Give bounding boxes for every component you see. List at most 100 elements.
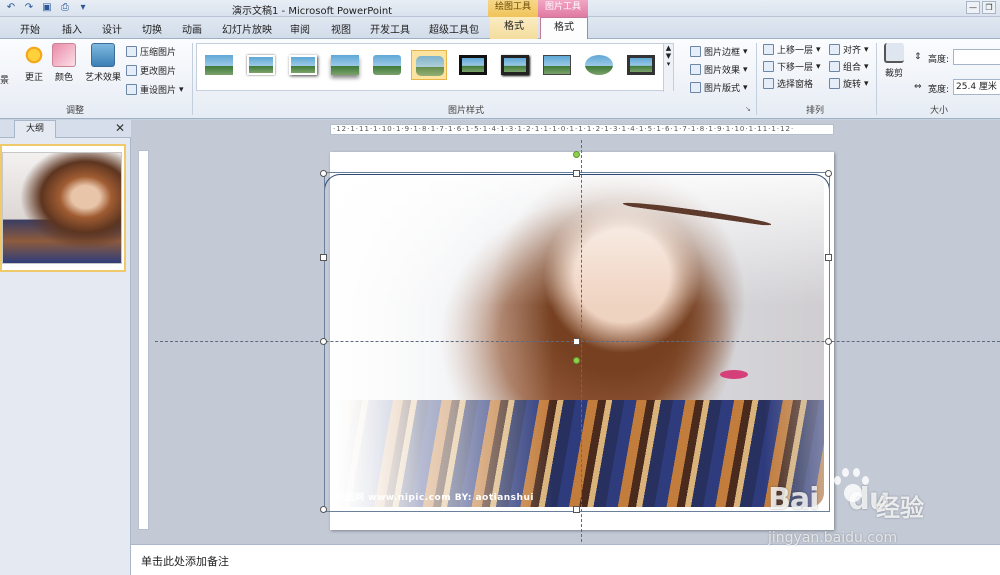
restore-button[interactable]: ❐	[982, 1, 996, 14]
picture-style-thumb[interactable]	[201, 50, 237, 80]
context-tab-drawing-tools: 绘图工具	[488, 0, 538, 17]
bring-forward-icon	[763, 44, 774, 55]
gallery-scrollbar[interactable]: ▲ ▼ ▾	[663, 44, 673, 92]
picture-style-thumb-selected[interactable]	[411, 50, 447, 80]
picture-style-thumb[interactable]	[623, 50, 659, 80]
color-icon	[52, 43, 76, 67]
picture-layout-button[interactable]: 图片版式 ▾	[690, 81, 748, 94]
picture-style-thumb[interactable]	[243, 50, 279, 80]
tab-review[interactable]: 审阅	[290, 21, 310, 36]
rotation-handle[interactable]	[573, 151, 580, 158]
tab-super-toolkit[interactable]: 超级工具包	[429, 21, 479, 36]
rotate-icon	[829, 78, 840, 89]
send-backward-button[interactable]: 下移一层 ▾	[763, 60, 821, 73]
save-icon[interactable]: ▣	[40, 1, 54, 15]
dialog-launcher-icon[interactable]: ↘	[745, 105, 751, 113]
slide-thumbnail[interactable]	[0, 144, 126, 272]
resize-handle-bottom-left[interactable]	[320, 506, 327, 513]
resize-handle-top-left[interactable]	[320, 170, 327, 177]
tab-outline[interactable]: 大纲	[14, 120, 56, 138]
resize-handle-center[interactable]	[573, 338, 580, 345]
picture-style-thumb[interactable]	[455, 50, 491, 80]
style-preview	[543, 55, 571, 75]
tab-transitions[interactable]: 切换	[142, 21, 162, 36]
group-label-picture-styles: 图片样式	[448, 106, 485, 116]
crop-button[interactable]: 裁剪	[878, 43, 910, 79]
picture-effects-button[interactable]: 图片效果 ▾	[690, 63, 748, 76]
tab-design[interactable]: 设计	[102, 21, 122, 36]
selection-pane-icon	[763, 78, 774, 89]
height-label: 高度:	[928, 55, 950, 65]
minimize-button[interactable]: —	[966, 1, 980, 14]
reset-picture-label: 重设图片	[140, 86, 177, 96]
style-preview	[205, 55, 233, 75]
compress-label: 压缩图片	[140, 48, 177, 58]
picture-style-thumb[interactable]	[581, 50, 617, 80]
resize-handle-right-upper[interactable]	[825, 254, 832, 261]
undo-icon[interactable]: ↶	[4, 1, 18, 15]
compress-pictures-button[interactable]: 压缩图片	[126, 45, 176, 58]
style-preview	[331, 55, 359, 75]
width-input[interactable]: 25.4 厘米	[953, 79, 1000, 95]
selection-pane-label: 选择窗格	[777, 80, 814, 90]
height-icon: ⇕	[914, 52, 922, 62]
picture-style-thumb[interactable]	[497, 50, 533, 80]
picture-effects-label: 图片效果	[704, 66, 741, 76]
resize-handle-bottom[interactable]	[573, 506, 580, 513]
picture-style-thumb[interactable]	[285, 50, 321, 80]
close-icon[interactable]: ✕	[115, 121, 125, 135]
context-tab-picture-tools: 图片工具	[538, 0, 588, 17]
style-preview	[247, 55, 275, 75]
tab-insert[interactable]: 插入	[62, 21, 82, 36]
rotate-button[interactable]: 旋转 ▾	[829, 77, 869, 90]
crop-label: 裁剪	[884, 69, 903, 79]
bring-forward-label: 上移一层	[777, 46, 814, 56]
resize-handle-left-upper[interactable]	[320, 254, 327, 261]
style-preview	[501, 55, 529, 75]
picture-border-button[interactable]: 图片边框 ▾	[690, 45, 748, 58]
sun-icon	[22, 43, 46, 67]
vertical-guide[interactable]	[581, 140, 582, 542]
group-icon	[829, 61, 840, 72]
group-button[interactable]: 组合 ▾	[829, 60, 869, 73]
tab-picture-format[interactable]: 格式	[540, 17, 588, 39]
horizontal-ruler: ·12·1·11·1·10·1·9·1·8·1·7·1·6·1·5·1·4·1·…	[330, 124, 834, 135]
rotation-handle-lower[interactable]	[573, 357, 580, 364]
redo-icon[interactable]: ↷	[22, 1, 36, 15]
height-input[interactable]	[953, 49, 1000, 65]
width-label: 宽度:	[928, 85, 950, 95]
style-preview	[627, 55, 655, 75]
reset-picture-button[interactable]: 重设图片 ▾	[126, 83, 184, 96]
resize-handle-right[interactable]	[825, 338, 832, 345]
tab-animations[interactable]: 动画	[182, 21, 202, 36]
baidu-logo-part1: Bai	[768, 482, 819, 517]
tab-home[interactable]: 开始	[20, 21, 40, 36]
tab-view[interactable]: 视图	[331, 21, 351, 36]
tab-drawing-format[interactable]: 格式	[490, 17, 538, 39]
align-icon	[829, 44, 840, 55]
change-picture-button[interactable]: 更改图片	[126, 64, 176, 77]
group-label-arrange: 排列	[806, 106, 825, 116]
customize-icon[interactable]: ▾	[76, 1, 90, 15]
picture-style-thumb[interactable]	[369, 50, 405, 80]
artistic-effects-button[interactable]: 艺术效果	[82, 43, 124, 83]
resize-handle-top[interactable]	[573, 170, 580, 177]
align-label: 对齐	[843, 46, 862, 56]
align-button[interactable]: 对齐 ▾	[829, 43, 869, 56]
resize-handle-left[interactable]	[320, 338, 327, 345]
slides-pane: 大纲 ✕	[0, 120, 131, 575]
pane-tabs: 大纲 ✕	[0, 120, 131, 138]
print-icon[interactable]: ⎙	[58, 1, 72, 15]
selection-pane-button[interactable]: 选择窗格	[763, 77, 813, 90]
bring-forward-button[interactable]: 上移一层 ▾	[763, 43, 821, 56]
tab-slideshow[interactable]: 幻灯片放映	[222, 21, 272, 36]
ribbon: 景 更正 颜色 艺术效果 压缩图片 更改图片 重设图片 ▾ 调整 ▲ ▼ ▾ 图片边框…	[0, 39, 1000, 119]
picture-styles-gallery: ▲ ▼ ▾	[196, 43, 674, 92]
resize-handle-top-right[interactable]	[825, 170, 832, 177]
tab-developer[interactable]: 开发工具	[370, 21, 410, 36]
picture-layout-label: 图片版式	[704, 84, 741, 94]
picture-style-thumb[interactable]	[539, 50, 575, 80]
picture-style-thumb[interactable]	[327, 50, 363, 80]
color-button[interactable]: 颜色	[46, 43, 82, 83]
change-picture-icon	[126, 65, 137, 76]
